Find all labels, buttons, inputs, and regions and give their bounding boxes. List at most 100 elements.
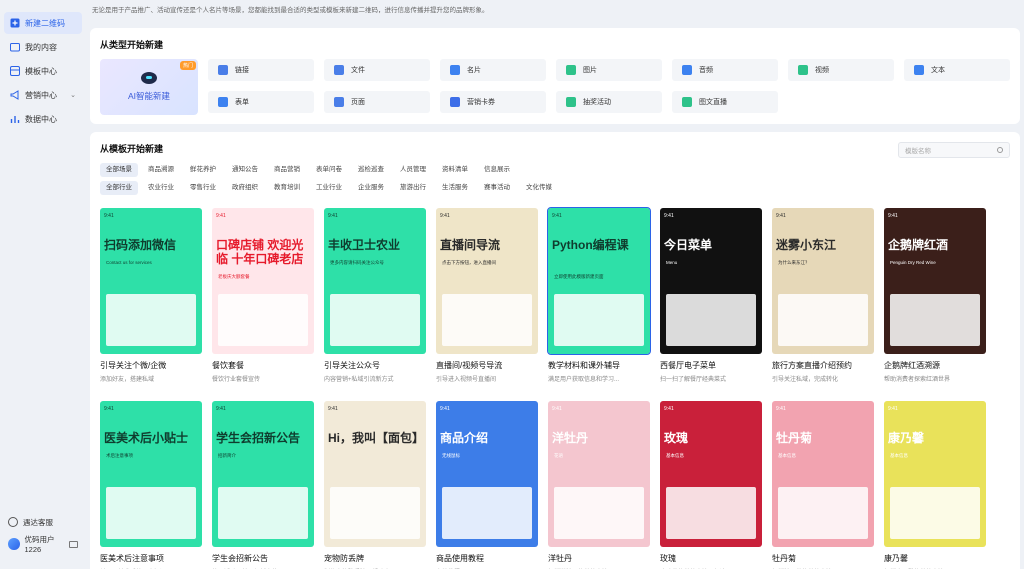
template-card[interactable]: 9:41 牡丹菊 基本信息 牡丹菊 解锁牡丹菊的养护方法	[772, 401, 876, 569]
template-preview[interactable]: 9:41 直播间导流 点击下方按钮，进入直播间	[436, 208, 538, 354]
industry-tab-3[interactable]: 政府组织	[226, 181, 264, 195]
template-preview[interactable]: 9:41 学生会招新公告 招新简介	[212, 401, 314, 547]
type-label: 图片	[583, 67, 597, 74]
type-button-0[interactable]: 链接	[208, 59, 314, 81]
preview-subtitle: 花语	[554, 453, 563, 458]
template-title: 企鹅牌红酒溯源	[884, 361, 940, 370]
ai-create-label: AI智能新建	[127, 91, 171, 101]
template-card[interactable]: 9:41 今日菜单 Menu 西餐厅电子菜单 扫一扫了解餐厅经典菜式	[660, 208, 764, 383]
scene-tab-7[interactable]: 人员管理	[394, 163, 432, 177]
scene-tab-3[interactable]: 通知公告	[226, 163, 264, 177]
template-preview[interactable]: 9:41 玫瑰 基本信息	[660, 401, 762, 547]
user-profile[interactable]: 优码用户1226	[0, 533, 86, 555]
template-card[interactable]: 9:41 医美术后小贴士 术后注意事项 医美术后注意事项 关于医美术后护理小知识	[100, 401, 204, 569]
template-card[interactable]: 9:41 丰收卫士农业 更多内容请扫码关注公众号 引导关注公众号 内容营销+私域…	[324, 208, 428, 383]
scene-tab-5[interactable]: 表单问卷	[310, 163, 348, 177]
live-icon	[682, 97, 692, 107]
template-preview[interactable]: 9:41 Python编程课 立即使用此模版新建页面	[547, 207, 651, 355]
template-preview[interactable]: 9:41 牡丹菊 基本信息	[772, 401, 874, 547]
template-card[interactable]: 9:41 扫码添加微信 Contact us for services 引导关注…	[100, 208, 204, 383]
type-button-11[interactable]: 图文直播	[672, 91, 778, 113]
mail-icon[interactable]	[69, 540, 79, 548]
template-card[interactable]: 9:41 企鹅牌红酒 Penguin Dry Red Wine 企鹅牌红酒溯源 …	[884, 208, 988, 383]
preview-content-box	[442, 487, 532, 539]
industry-tab-9[interactable]: 赛事活动	[478, 181, 516, 195]
template-card[interactable]: 9:41 Python编程课 立即使用此模版新建页面 教学材料和课外辅导 满足用…	[547, 207, 652, 383]
scene-tab-1[interactable]: 商品溯源	[142, 163, 180, 177]
type-button-6[interactable]: 文本	[904, 59, 1010, 81]
scene-tab-6[interactable]: 巡检巡查	[352, 163, 390, 177]
template-card[interactable]: 9:41 口碑店铺 欢迎光临 十年口碑老店 老板庆大额套餐 餐饮套餐 餐饮行业套…	[212, 208, 316, 383]
sidebar-item-2[interactable]: 模板中心	[4, 60, 82, 82]
ai-create-card[interactable]: 热门 AI智能新建	[100, 59, 198, 115]
template-preview[interactable]: 9:41 洋牡丹 花语	[548, 401, 650, 547]
scene-tab-8[interactable]: 资料清单	[436, 163, 474, 177]
template-preview[interactable]: 9:41 扫码添加微信 Contact us for services	[100, 208, 202, 354]
scene-tab-4[interactable]: 商品营销	[268, 163, 306, 177]
link-icon	[218, 65, 228, 75]
industry-tab-4[interactable]: 教育培训	[268, 181, 306, 195]
status-bar: 9:41	[328, 406, 338, 412]
sidebar-item-4[interactable]: 数据中心	[4, 108, 82, 130]
template-card[interactable]: 9:41 洋牡丹 花语 洋牡丹 解锁洋牡丹的养护方法	[548, 401, 652, 569]
type-button-3[interactable]: 图片	[556, 59, 662, 81]
template-card[interactable]: 9:41 学生会招新公告 招新简介 学生会招新公告 校园活动，社团招新宣传	[212, 401, 316, 569]
template-section-title: 从模板开始新建	[100, 144, 164, 154]
template-title: 宠物防丢牌	[324, 554, 364, 563]
sidebar-item-1[interactable]: 我的内容	[4, 36, 82, 58]
template-card[interactable]: 9:41 直播间导流 点击下方按钮，进入直播间 直播间/视频号导流 引导进入视频…	[436, 208, 540, 383]
template-preview[interactable]: 9:41 迷雾小东江 为什么来东江？	[772, 208, 874, 354]
video-icon	[798, 65, 808, 75]
type-section-title: 从类型开始新建	[100, 40, 164, 50]
scene-tab-9[interactable]: 信息展示	[478, 163, 516, 177]
type-button-8[interactable]: 页面	[324, 91, 430, 113]
industry-tab-2[interactable]: 零售行业	[184, 181, 222, 195]
industry-tab-5[interactable]: 工业行业	[310, 181, 348, 195]
template-preview[interactable]: 9:41 丰收卫士农业 更多内容请扫码关注公众号	[324, 208, 426, 354]
type-button-7[interactable]: 表单	[208, 91, 314, 113]
sidebar-item-0[interactable]: 新建二维码	[4, 12, 82, 34]
industry-tab-7[interactable]: 旅游出行	[394, 181, 432, 195]
template-card[interactable]: 9:41 康乃馨 基本信息 康乃馨 解锁康乃馨的养护方法	[884, 401, 988, 569]
avatar	[8, 538, 20, 550]
template-card[interactable]: 9:41 玫瑰 基本信息 玫瑰 玫瑰花的养护方法，解决...	[660, 401, 764, 569]
template-desc: 引导关注私域，完成转化	[772, 377, 839, 383]
help-link[interactable]: 遇达客服	[0, 511, 86, 533]
template-search-input[interactable]: 模版名称	[898, 142, 1010, 158]
template-preview[interactable]: 9:41 商品介绍 无线鼠标	[436, 401, 538, 547]
template-preview[interactable]: 9:41 Hi，我叫【面包】	[324, 401, 426, 547]
preview-subtitle: 基本信息	[778, 453, 796, 458]
sidebar-item-label: 新建二维码	[25, 18, 65, 28]
preview-subtitle: 为什么来东江？	[778, 260, 810, 265]
template-preview[interactable]: 9:41 康乃馨 基本信息	[884, 401, 986, 547]
template-card[interactable]: 9:41 迷雾小东江 为什么来东江？ 旅行方案直播介绍预约 引导关注私域，完成转…	[772, 208, 876, 383]
template-title: 西餐厅电子菜单	[660, 361, 716, 370]
industry-tab-10[interactable]: 文化传媒	[520, 181, 558, 195]
type-button-2[interactable]: 名片	[440, 59, 546, 81]
type-button-1[interactable]: 文件	[324, 59, 430, 81]
template-preview[interactable]: 9:41 口碑店铺 欢迎光临 十年口碑老店 老板庆大额套餐	[212, 208, 314, 354]
template-preview[interactable]: 9:41 医美术后小贴士 术后注意事项	[100, 401, 202, 547]
template-title: 牡丹菊	[772, 554, 796, 563]
industry-tab-0[interactable]: 全部行业	[100, 181, 138, 195]
template-card[interactable]: 9:41 Hi，我叫【面包】 宠物防丢牌 制作宠物防丢牌，帮助小...	[324, 401, 428, 569]
type-button-9[interactable]: 营销卡券	[440, 91, 546, 113]
sidebar-item-label: 营销中心	[25, 90, 57, 100]
industry-tab-6[interactable]: 企业服务	[352, 181, 390, 195]
template-preview[interactable]: 9:41 今日菜单 Menu	[660, 208, 762, 354]
industry-tab-8[interactable]: 生活服务	[436, 181, 474, 195]
form-icon	[218, 97, 228, 107]
ai-robot-icon	[141, 72, 157, 84]
type-button-10[interactable]: 抽奖活动	[556, 91, 662, 113]
sidebar-item-label: 数据中心	[25, 114, 57, 124]
scene-tab-2[interactable]: 鲜花养护	[184, 163, 222, 177]
preview-headline: 丰收卫士农业	[328, 238, 401, 252]
industry-tab-1[interactable]: 农业行业	[142, 181, 180, 195]
template-preview[interactable]: 9:41 企鹅牌红酒 Penguin Dry Red Wine	[884, 208, 986, 354]
template-card[interactable]: 9:41 商品介绍 无线鼠标 商品使用教程 安装教程	[436, 401, 540, 569]
search-placeholder: 模版名称	[905, 148, 931, 155]
type-button-5[interactable]: 视频	[788, 59, 894, 81]
sidebar-item-3[interactable]: 营销中心 ⌄	[4, 84, 82, 106]
scene-tab-0[interactable]: 全部场景	[100, 163, 138, 177]
type-button-4[interactable]: 音频	[672, 59, 778, 81]
